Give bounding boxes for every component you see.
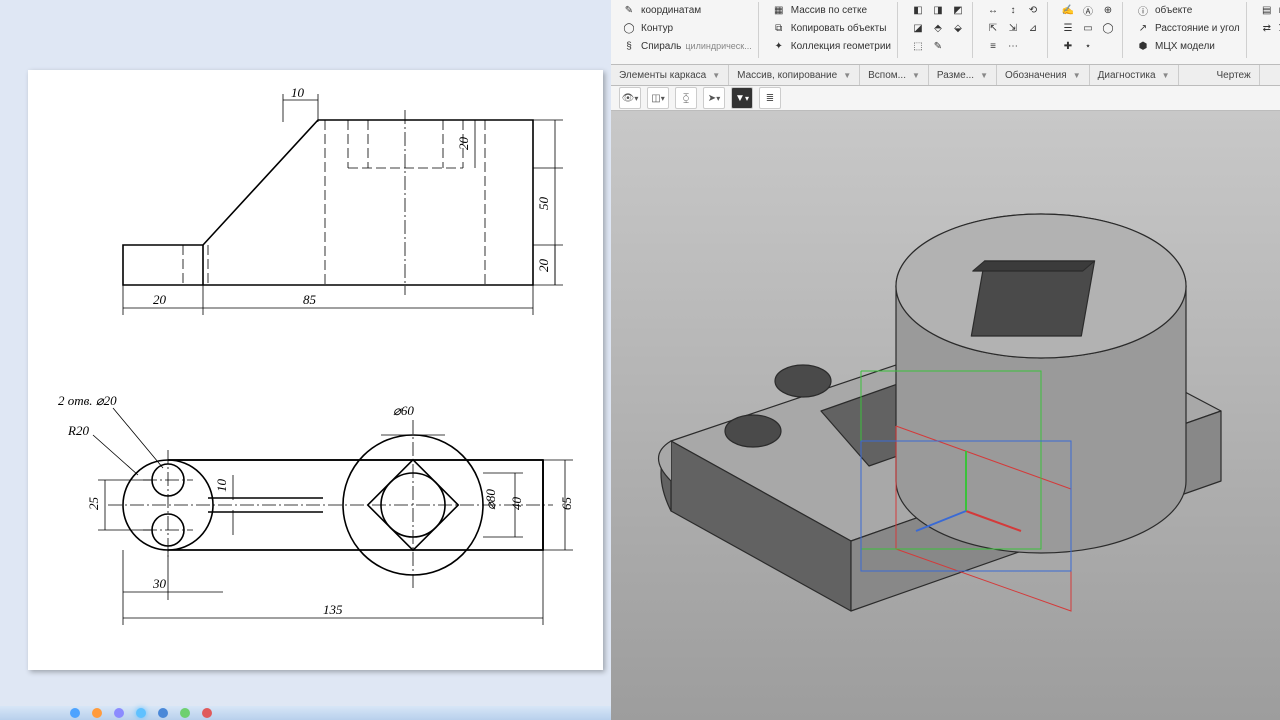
mass-icon: ⬢ bbox=[1135, 38, 1151, 54]
tool-icon[interactable]: ◨ bbox=[930, 2, 946, 18]
btn-on-object[interactable]: ⓘобъекте bbox=[1135, 2, 1240, 18]
dim-icon[interactable]: ⟲ bbox=[1025, 2, 1041, 18]
info-icon: ⓘ bbox=[1135, 2, 1151, 18]
snap-toggle[interactable]: ⧲ bbox=[675, 87, 697, 109]
btn-copy-objects[interactable]: ⧉Копировать объекты bbox=[771, 20, 891, 36]
chevron-down-icon: ▼ bbox=[712, 71, 720, 80]
btn-geometry-collection[interactable]: ✦Коллекция геометрии bbox=[771, 38, 891, 54]
grid-icon: ▦ bbox=[771, 2, 787, 18]
spiral-icon: § bbox=[621, 38, 637, 54]
btn-coordinates[interactable]: ✎координатам bbox=[621, 2, 752, 18]
note-icon[interactable]: ⊕ bbox=[1100, 2, 1116, 18]
eye-icon: 👁 bbox=[622, 93, 635, 104]
tool-icon[interactable]: ⬚ bbox=[910, 38, 926, 54]
dim-85: 85 bbox=[303, 292, 317, 307]
dim-d80: ⌀80 bbox=[483, 489, 498, 510]
dim-135: 135 bbox=[323, 602, 343, 617]
shade-mode[interactable]: ◫▾ bbox=[647, 87, 669, 109]
sheet-icon: ▤ bbox=[1259, 2, 1275, 18]
tab-annotations[interactable]: Обозначения▼ bbox=[997, 65, 1090, 85]
dim-40: 40 bbox=[509, 497, 524, 511]
dim-10-slot: 10 bbox=[214, 479, 229, 493]
dim-20-left: 20 bbox=[153, 292, 167, 307]
dim-30: 30 bbox=[152, 576, 167, 591]
btn-manage-linked[interactable]: ⇄Управление связанными ч... bbox=[1259, 20, 1280, 36]
tool-icon[interactable]: ✎ bbox=[930, 38, 946, 54]
tool-icon[interactable]: ⬘ bbox=[930, 20, 946, 36]
dim-50: 50 bbox=[536, 197, 551, 211]
cursor-icon: ➤ bbox=[708, 93, 716, 104]
tab-array-copy[interactable]: Массив, копирование▼ bbox=[729, 65, 860, 85]
taskbar-hint bbox=[0, 706, 611, 720]
ribbon-group-small-3: ✍Ⓐ⊕ ☰▭◯ ✚⋆ bbox=[1054, 2, 1123, 58]
measure-icon: ↗ bbox=[1135, 20, 1151, 36]
viewport-toolbar: 👁▾ ◫▾ ⧲ ➤▾ ▼▾ ≣ bbox=[611, 86, 1280, 111]
dim-icon[interactable]: ⇱ bbox=[985, 20, 1001, 36]
tab-dimensions[interactable]: Разме...▼ bbox=[929, 65, 997, 85]
btn-array-grid[interactable]: ▦Массив по сетке bbox=[771, 2, 891, 18]
note-icon[interactable]: ✚ bbox=[1060, 38, 1076, 54]
dim-icon[interactable]: ⇲ bbox=[1005, 20, 1021, 36]
tab-aux[interactable]: Вспом...▼ bbox=[860, 65, 929, 85]
tab-frame-elements[interactable]: Элементы каркаса▼ bbox=[611, 65, 729, 85]
ribbon-group-array: ▦Массив по сетке ⧉Копировать объекты ✦Ко… bbox=[765, 2, 898, 58]
filter-icon: ▼ bbox=[735, 93, 745, 104]
vis-toggle[interactable]: 👁▾ bbox=[619, 87, 641, 109]
copy-icon: ⧉ bbox=[771, 20, 787, 36]
magnet-icon: ⧲ bbox=[683, 93, 689, 104]
dim-icon[interactable]: ↕ bbox=[1005, 2, 1021, 18]
holes-note: 2 отв. ⌀20 bbox=[58, 393, 117, 408]
cube-icon: ◫ bbox=[651, 93, 660, 104]
drawing-sheet: 20 50 20 10 bbox=[28, 70, 603, 670]
note-icon[interactable]: ▭ bbox=[1080, 20, 1096, 36]
collection-icon: ✦ bbox=[771, 38, 787, 54]
btn-distance-angle[interactable]: ↗Расстояние и угол bbox=[1135, 20, 1240, 36]
tab-diagnostics[interactable]: Диагностика▼ bbox=[1090, 65, 1179, 85]
curve-icon: ✎ bbox=[621, 2, 637, 18]
tool-icon[interactable]: ◧ bbox=[910, 2, 926, 18]
cad-application: ✎координатам ◯Контур §Спираль цилиндриче… bbox=[611, 0, 1280, 720]
dim-icon[interactable]: ⊿ bbox=[1025, 20, 1041, 36]
note-icon[interactable]: Ⓐ bbox=[1080, 2, 1096, 18]
drawing-document-pane: 20 50 20 10 bbox=[0, 0, 611, 720]
tool-icon[interactable]: ◪ bbox=[910, 20, 926, 36]
ribbon-group-drawing: ▤по модели ⇄Управление связанными ч... bbox=[1253, 2, 1280, 58]
ribbon-group-small-1: ◧◨◩ ◪⬘⬙ ⬚✎ bbox=[904, 2, 973, 58]
link-icon: ⇄ bbox=[1259, 20, 1275, 36]
btn-mass-props[interactable]: ⬢МЦХ модели bbox=[1135, 38, 1240, 54]
ribbon-group-diagnostics: ⓘобъекте ↗Расстояние и угол ⬢МЦХ модели bbox=[1129, 2, 1247, 58]
dim-20-base: 20 bbox=[536, 259, 551, 273]
dim-20-top: 20 bbox=[456, 137, 471, 151]
dim-icon[interactable]: ≡ bbox=[985, 38, 1001, 54]
ribbon-group-small-2: ↔↕⟲ ⇱⇲⊿ ≡⋯ bbox=[979, 2, 1048, 58]
select-mode[interactable]: ➤▾ bbox=[703, 87, 725, 109]
note-icon[interactable]: ⋆ bbox=[1080, 38, 1096, 54]
ribbon-toolbar: ✎координатам ◯Контур §Спираль цилиндриче… bbox=[611, 0, 1280, 65]
btn-by-model[interactable]: ▤по модели bbox=[1259, 2, 1280, 18]
btn-contour[interactable]: ◯Контур bbox=[621, 20, 752, 36]
btn-spiral[interactable]: §Спираль цилиндрическ... bbox=[621, 38, 752, 54]
dim-65: 65 bbox=[559, 497, 574, 511]
dim-r20: R20 bbox=[67, 423, 89, 438]
note-icon[interactable]: ◯ bbox=[1100, 20, 1116, 36]
note-icon[interactable]: ✍ bbox=[1060, 2, 1076, 18]
filter-toggle[interactable]: ▼▾ bbox=[731, 87, 753, 109]
ribbon-tab-labels: Элементы каркаса▼ Массив, копирование▼ В… bbox=[611, 65, 1280, 86]
layers-icon: ≣ bbox=[766, 93, 774, 104]
ribbon-group-frame: ✎координатам ◯Контур §Спираль цилиндриче… bbox=[615, 2, 759, 58]
dim-icon[interactable]: ⋯ bbox=[1005, 38, 1021, 54]
contour-icon: ◯ bbox=[621, 20, 637, 36]
dim-10-top: 10 bbox=[291, 85, 305, 100]
tool-icon[interactable]: ⬙ bbox=[950, 20, 966, 36]
layers-toggle[interactable]: ≣ bbox=[759, 87, 781, 109]
dim-icon[interactable]: ↔ bbox=[985, 2, 1001, 18]
tab-drawing[interactable]: Чертеж bbox=[1209, 65, 1260, 85]
note-icon[interactable]: ☰ bbox=[1060, 20, 1076, 36]
tool-icon[interactable]: ◩ bbox=[950, 2, 966, 18]
3d-viewport[interactable] bbox=[611, 111, 1280, 720]
dim-d60: ⌀60 bbox=[393, 403, 414, 418]
dim-25: 25 bbox=[86, 497, 101, 511]
